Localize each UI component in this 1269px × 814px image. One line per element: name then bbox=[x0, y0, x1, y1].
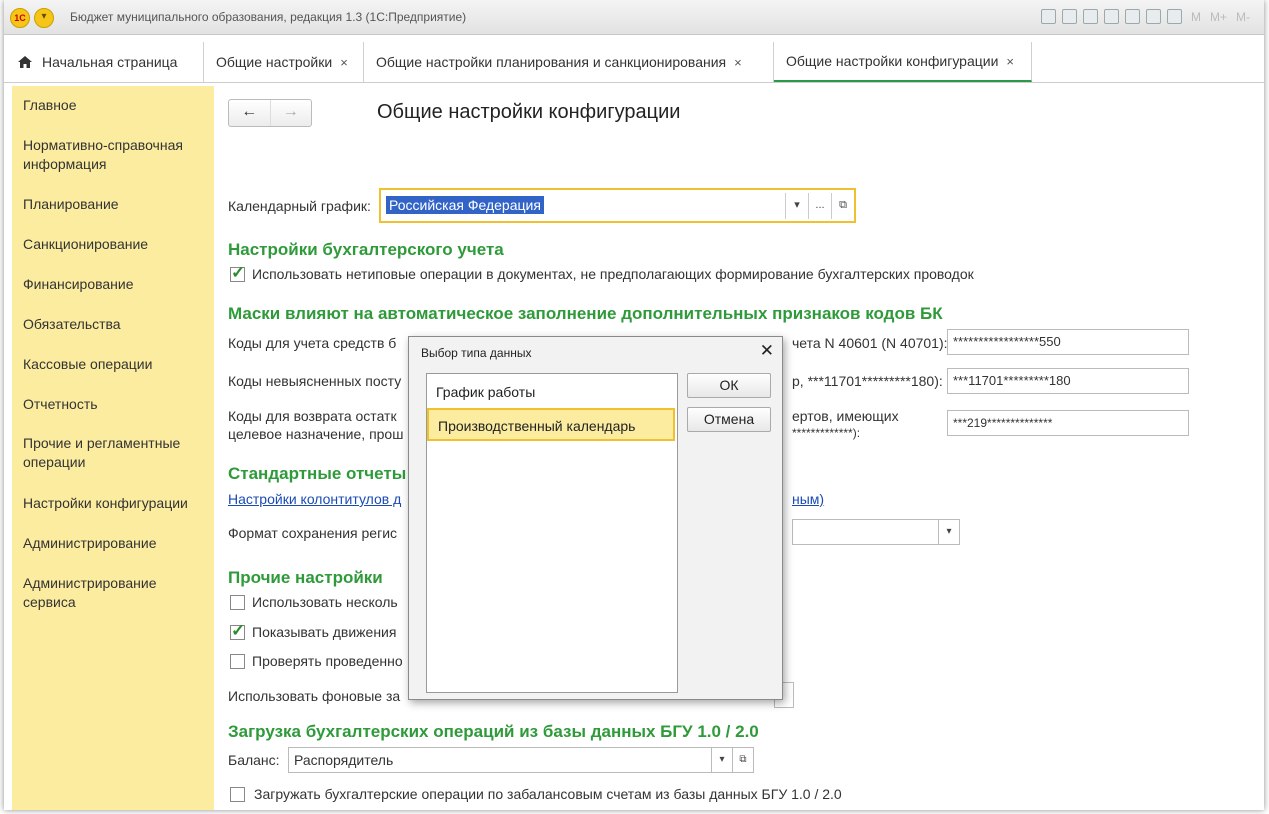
more-icon[interactable]: ... bbox=[808, 193, 831, 219]
data-type-dialog: Выбор типа данных ✕ График работы Произв… bbox=[408, 336, 783, 700]
sidebar-item-other[interactable]: Прочие и регламентные операции bbox=[23, 434, 208, 472]
memory-minus-button[interactable]: M- bbox=[1236, 10, 1250, 24]
calendar-icon[interactable] bbox=[1166, 9, 1182, 24]
mask1-label: Коды для учета средств б bbox=[228, 335, 397, 351]
tab-label: Общие настройки планирования и санкциони… bbox=[376, 54, 727, 70]
calendar-label: Календарный график: bbox=[228, 198, 371, 214]
app-logo: 1С bbox=[10, 8, 30, 28]
tab-config-settings[interactable]: Общие настройки конфигурации × bbox=[774, 42, 1032, 82]
other-cb3-checkbox[interactable] bbox=[230, 654, 245, 669]
users-icon[interactable] bbox=[1103, 9, 1119, 24]
calculator-icon[interactable] bbox=[1145, 9, 1161, 24]
title-bar: 1С ▾ Бюджет муниципального образования, … bbox=[4, 0, 1264, 35]
main-menu-button[interactable]: ▾ bbox=[34, 8, 54, 28]
sidebar-item-cash[interactable]: Кассовые операции bbox=[23, 355, 208, 374]
offbalance-checkbox[interactable] bbox=[230, 787, 245, 802]
close-icon[interactable]: × bbox=[734, 55, 742, 70]
window-toolbar: M M+ M- bbox=[1040, 9, 1250, 24]
cancel-button[interactable]: Отмена bbox=[687, 407, 771, 432]
print-icon[interactable] bbox=[1061, 9, 1077, 24]
list-item-production-calendar[interactable]: Производственный календарь bbox=[427, 408, 675, 441]
mask2-label-right: р, ***11701*********180): bbox=[792, 373, 943, 389]
footer-settings-link-tail[interactable]: ным) bbox=[792, 491, 824, 507]
balance-select[interactable]: Распорядитель bbox=[288, 747, 712, 773]
page-title: Общие настройки конфигурации bbox=[377, 101, 681, 123]
sidebar-item-reports[interactable]: Отчетность bbox=[23, 395, 208, 414]
sidebar-item-config[interactable]: Настройки конфигурации bbox=[23, 494, 208, 513]
compare-icon[interactable] bbox=[1124, 9, 1140, 24]
tab-general-settings[interactable]: Общие настройки × bbox=[204, 42, 364, 82]
balance-label: Баланс: bbox=[228, 752, 280, 768]
tab-home[interactable]: Начальная страница bbox=[4, 42, 204, 82]
memory-plus-button[interactable]: M+ bbox=[1210, 10, 1227, 24]
format-select[interactable] bbox=[792, 519, 960, 545]
close-icon[interactable]: ✕ bbox=[760, 341, 774, 361]
footer-settings-link[interactable]: Настройки колонтитулов д bbox=[228, 491, 401, 507]
tab-planning-settings[interactable]: Общие настройки планирования и санкциони… bbox=[364, 42, 774, 82]
nonstandard-ops-checkbox[interactable] bbox=[230, 263, 245, 283]
sidebar-item-service-admin[interactable]: Администрирование сервиса bbox=[23, 574, 208, 612]
mask3-label-line2: целевое назначение, прош bbox=[228, 426, 404, 442]
format-label: Формат сохранения регис bbox=[228, 525, 398, 541]
offbalance-label: Загружать бухгалтерские операции по заба… bbox=[254, 786, 842, 802]
other-cb3-label: Проверять проведенно bbox=[252, 653, 403, 669]
sections-panel: Главное Нормативно-справочная информация… bbox=[12, 86, 214, 810]
other-header: Прочие настройки bbox=[228, 568, 383, 587]
chevron-down-icon[interactable]: ▾ bbox=[785, 193, 808, 219]
mask3-input[interactable]: ***219************** bbox=[947, 410, 1189, 436]
calendar-value: Российская Федерация bbox=[386, 196, 544, 214]
ok-button[interactable]: ОК bbox=[687, 373, 771, 398]
preview-icon[interactable] bbox=[1082, 9, 1098, 24]
window-title: Бюджет муниципального образования, редак… bbox=[70, 10, 467, 24]
mask3-label-right2: *************): bbox=[792, 426, 861, 440]
mask1-label-right: чета N 40601 (N 40701): bbox=[792, 335, 948, 351]
sidebar-item-reference[interactable]: Нормативно-справочная информация bbox=[23, 136, 208, 174]
open-icon[interactable]: ⧉ bbox=[732, 747, 754, 773]
sidebar-item-admin[interactable]: Администрирование bbox=[23, 534, 208, 553]
tab-label: Общие настройки конфигурации bbox=[786, 53, 999, 69]
tab-label: Начальная страница bbox=[42, 54, 178, 70]
sidebar-item-main[interactable]: Главное bbox=[23, 96, 208, 115]
chevron-down-icon[interactable]: ▾ bbox=[938, 519, 960, 545]
tab-label: Общие настройки bbox=[216, 54, 333, 70]
calendar-field[interactable]: Российская Федерация ▾ ... ⧉ bbox=[379, 188, 856, 223]
accounting-header: Настройки бухгалтерского учета bbox=[228, 240, 504, 259]
close-icon[interactable]: × bbox=[1006, 54, 1014, 69]
masks-header: Маски влияют на автоматическое заполнени… bbox=[228, 304, 943, 323]
chevron-down-icon[interactable]: ▾ bbox=[711, 747, 733, 773]
nav-buttons: ← → bbox=[228, 99, 312, 127]
other-cb1-label: Использовать несколь bbox=[252, 594, 398, 610]
mask2-label: Коды невыясненных посту bbox=[228, 373, 402, 389]
forward-arrow-icon[interactable]: → bbox=[271, 100, 312, 126]
close-icon[interactable]: × bbox=[340, 55, 348, 70]
nonstandard-ops-label: Использовать нетиповые операции в докуме… bbox=[252, 266, 974, 282]
calendar-buttons: ▾ ... ⧉ bbox=[785, 193, 854, 219]
open-icon[interactable]: ⧉ bbox=[831, 193, 854, 219]
home-icon bbox=[18, 56, 32, 68]
sidebar-item-planning[interactable]: Планирование bbox=[23, 195, 208, 214]
sidebar-item-sanctioning[interactable]: Санкционирование bbox=[23, 235, 208, 254]
save-icon[interactable] bbox=[1040, 9, 1056, 24]
mask2-input[interactable]: ***11701*********180 bbox=[947, 368, 1189, 394]
other-cb1-checkbox[interactable] bbox=[230, 595, 245, 610]
tab-bar: Начальная страница Общие настройки × Общ… bbox=[4, 42, 1264, 83]
mask1-input[interactable]: *****************550 bbox=[947, 329, 1189, 355]
back-arrow-icon[interactable]: ← bbox=[229, 100, 271, 126]
sidebar-item-obligations[interactable]: Обязательства bbox=[23, 315, 208, 334]
mask3-label-right1: ертов, имеющих bbox=[792, 408, 899, 424]
app-window: 1С ▾ Бюджет муниципального образования, … bbox=[4, 0, 1264, 810]
list-item-work-schedule[interactable]: График работы bbox=[427, 376, 675, 409]
other-cb2-checkbox[interactable] bbox=[230, 621, 245, 641]
reports-header: Стандартные отчеты bbox=[228, 464, 407, 483]
type-list: График работы Производственный календарь bbox=[426, 373, 678, 693]
dialog-title: Выбор типа данных bbox=[421, 346, 532, 360]
sidebar-item-financing[interactable]: Финансирование bbox=[23, 275, 208, 294]
memory-button[interactable]: M bbox=[1191, 10, 1201, 24]
mask3-label-line1: Коды для возврата остатк bbox=[228, 408, 397, 424]
other-cb2-label: Показывать движения bbox=[252, 624, 397, 640]
bgu-header: Загрузка бухгалтерских операций из базы … bbox=[228, 722, 759, 741]
bg-jobs-label: Использовать фоновые за bbox=[228, 688, 401, 704]
